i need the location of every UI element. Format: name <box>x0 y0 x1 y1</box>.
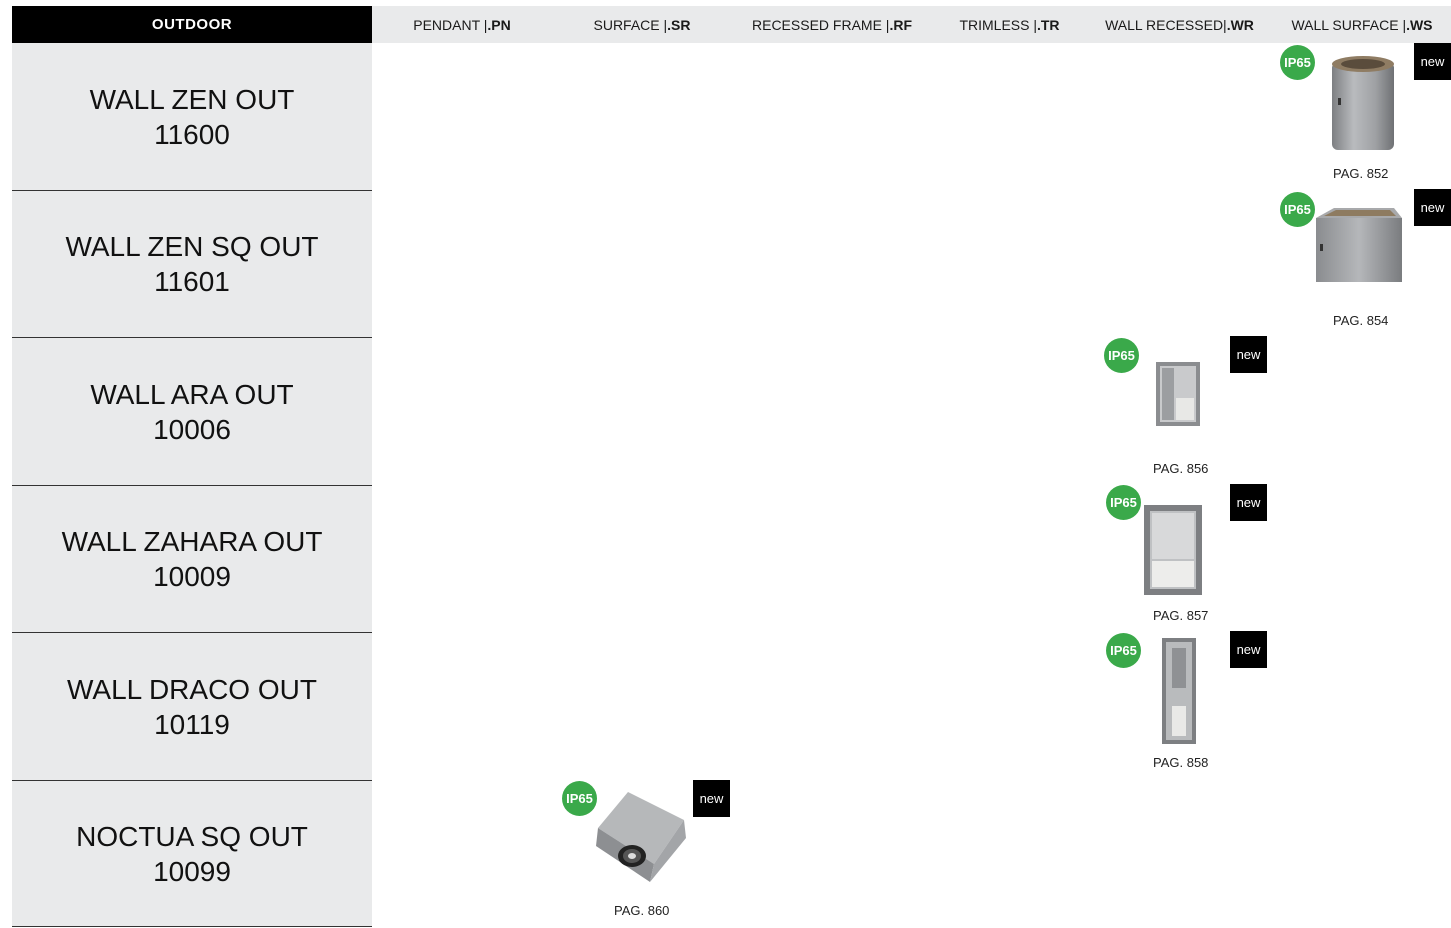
row-label-wall-ara-out: WALL ARA OUT 10006 <box>12 338 372 485</box>
wall-zahara-out-image[interactable] <box>1140 503 1206 599</box>
row-label-wall-zen-sq-out: WALL ZEN SQ OUT 11601 <box>12 191 372 337</box>
product-code: 11600 <box>154 118 230 150</box>
table-header: OUTDOOR PENDANT | .PN SURFACE | .SR RECE… <box>12 6 1451 43</box>
ip65-badge: IP65 <box>1280 45 1315 80</box>
ip65-badge: IP65 <box>1104 338 1139 373</box>
product-code: 10006 <box>153 413 231 445</box>
product-name: WALL ARA OUT <box>90 378 294 410</box>
new-badge: new <box>1414 189 1451 226</box>
product-name: WALL ZAHARA OUT <box>61 526 323 557</box>
row-label-wall-zahara-out: WALL ZAHARA OUT 10009 <box>12 486 372 632</box>
col-head-wall-surface: WALL SURFACE | .WS <box>1291 16 1433 33</box>
col-head-trimless: TRIMLESS | .TR <box>959 16 1060 33</box>
column-headers: PENDANT | .PN SURFACE | .SR RECESSED FRA… <box>372 6 1451 43</box>
wall-draco-out-image[interactable] <box>1156 636 1202 748</box>
ip65-badge: IP65 <box>1106 633 1141 668</box>
page-reference[interactable]: PAG. 854 <box>1333 313 1388 328</box>
page-reference[interactable]: PAG. 860 <box>614 903 669 918</box>
wall-zen-sq-out-image[interactable] <box>1306 202 1412 294</box>
row-divider <box>12 926 372 927</box>
product-name: WALL ZEN OUT <box>89 83 295 115</box>
noctua-sq-out-image[interactable] <box>590 786 694 886</box>
new-badge: new <box>1230 484 1267 521</box>
new-badge: new <box>693 780 730 817</box>
row-label-wall-draco-out: WALL DRACO OUT 10119 <box>12 633 372 780</box>
new-badge: new <box>1230 336 1267 373</box>
product-name: WALL DRACO OUT <box>67 673 317 705</box>
new-badge: new <box>1414 43 1451 80</box>
page-reference[interactable]: PAG. 858 <box>1153 755 1208 770</box>
col-head-recessed-frame: RECESSED FRAME | .RF <box>752 16 912 33</box>
col-head-surface: SURFACE | .SR <box>593 16 691 33</box>
product-name: WALL ZEN SQ OUT <box>65 231 319 262</box>
product-code: 10099 <box>153 855 231 887</box>
row-label-noctua-sq-out: NOCTUA SQ OUT 10099 <box>12 781 372 926</box>
new-badge: new <box>1230 631 1267 668</box>
col-head-pendant: PENDANT | .PN <box>413 16 511 33</box>
col-head-wall-recessed: WALL RECESSED| .WR <box>1105 16 1254 33</box>
wall-zen-out-image[interactable] <box>1318 52 1408 160</box>
wall-ara-out-image[interactable] <box>1150 358 1208 432</box>
ip65-badge: IP65 <box>1106 485 1141 520</box>
page-reference[interactable]: PAG. 857 <box>1153 608 1208 623</box>
product-code: 11601 <box>154 266 230 297</box>
row-label-wall-zen-out: WALL ZEN OUT 11600 <box>12 43 372 190</box>
product-code: 10009 <box>153 561 231 592</box>
page-reference[interactable]: PAG. 856 <box>1153 461 1208 476</box>
section-title: OUTDOOR <box>12 6 372 43</box>
product-code: 10119 <box>154 708 230 740</box>
product-name: NOCTUA SQ OUT <box>76 820 308 852</box>
page-reference[interactable]: PAG. 852 <box>1333 166 1388 181</box>
